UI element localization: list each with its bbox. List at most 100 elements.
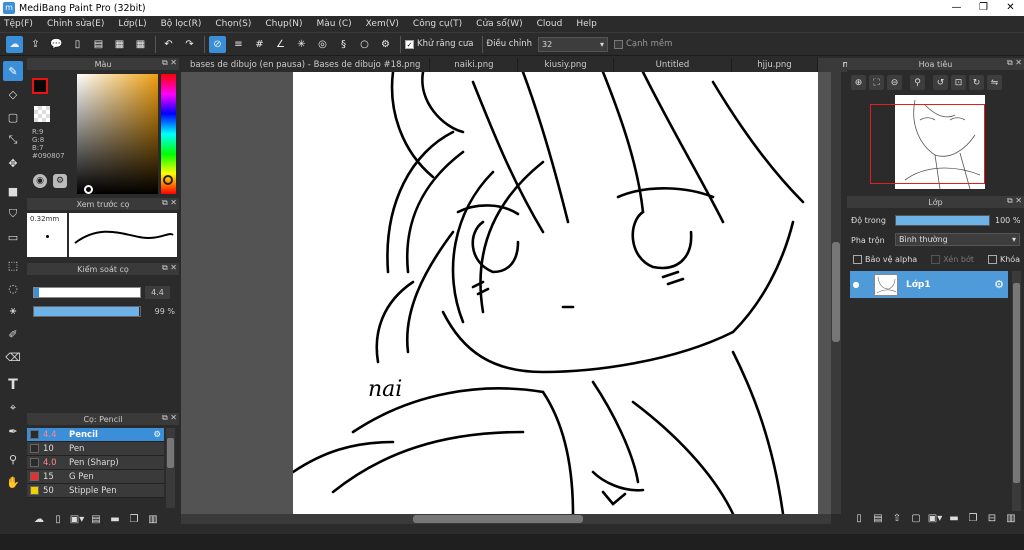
view-rectangle[interactable] [870, 104, 985, 184]
text-tool-icon[interactable]: T [3, 375, 23, 395]
lasso-tool-icon[interactable]: ◌ [3, 278, 23, 298]
grid-icon[interactable]: ▦ [132, 36, 149, 53]
close-icon[interactable]: ⧉ ✕ [162, 198, 177, 208]
comment-icon[interactable]: 💬 [48, 36, 65, 53]
zoom-in-icon[interactable]: ⊕ [851, 75, 866, 90]
brush-properties-icon[interactable]: ▤ [88, 511, 104, 527]
menu-layer[interactable]: Lớp(L) [118, 19, 146, 29]
reset-view-icon[interactable]: ⊡ [951, 75, 966, 90]
tab-bases-de-dibujo[interactable]: bases de dibujo (en pausa) - Bases de di… [181, 58, 431, 72]
drawing-canvas[interactable]: nai [293, 72, 818, 514]
delete-icon[interactable]: ▥ [145, 511, 161, 527]
blur-tool-icon[interactable]: ⤡ [3, 130, 23, 150]
circle-snap-icon[interactable]: ○ [356, 36, 373, 53]
actual-size-icon[interactable]: ⚲ [910, 75, 925, 90]
menu-color[interactable]: Màu (C) [317, 19, 352, 29]
select-pen-icon[interactable]: ✐ [3, 324, 23, 344]
menu-select[interactable]: Chọn(S) [215, 19, 251, 29]
gradient-tool-icon[interactable]: ▭ [3, 227, 23, 247]
shape-tool-icon[interactable]: ■ [3, 181, 23, 201]
soft-edge-checkbox[interactable] [613, 39, 623, 49]
close-icon[interactable]: ⧉ ✕ [162, 413, 177, 423]
snap-settings-icon[interactable]: ⚙ [377, 36, 394, 53]
folder-icon[interactable]: ▬ [107, 511, 123, 527]
curve-snap-icon[interactable]: § [335, 36, 352, 53]
eraser-tool-icon[interactable]: ◇ [3, 84, 23, 104]
gear-icon[interactable]: ⚙ [994, 278, 1004, 291]
tab-hjju[interactable]: hjju.png [732, 58, 818, 72]
new-file-icon[interactable]: ▯ [69, 36, 86, 53]
layer-opacity-slider[interactable] [895, 215, 990, 226]
add-8bit-layer-icon[interactable]: ⇧ [889, 510, 905, 526]
divide-tool-icon[interactable]: ✒ [3, 421, 23, 441]
grid-snap-icon[interactable]: # [251, 36, 268, 53]
menu-window[interactable]: Cửa sổ(W) [476, 19, 522, 29]
add-layer-icon[interactable]: ▯ [851, 510, 867, 526]
scrollbar-thumb[interactable] [413, 515, 583, 523]
redo-icon[interactable]: ↷ [181, 36, 198, 53]
add-1bit-layer-icon[interactable]: ▢ [908, 510, 924, 526]
adjust-select[interactable]: 32 ▾ [537, 36, 608, 52]
close-icon[interactable]: ⧉ ✕ [1007, 196, 1022, 206]
menu-edit[interactable]: Chỉnh sửa(E) [47, 19, 104, 29]
select-tool-icon[interactable]: ⬚ [3, 255, 23, 275]
blend-mode-select[interactable]: Bình thường ▾ [895, 233, 1020, 246]
dot-tool-icon[interactable]: ▢ [3, 107, 23, 127]
add-halftone-layer-icon[interactable]: ▤ [870, 510, 886, 526]
tab-untitled[interactable]: Untitled [614, 58, 733, 72]
scrollbar-thumb[interactable] [832, 242, 840, 342]
concentric-snap-icon[interactable]: ◎ [314, 36, 331, 53]
undo-icon[interactable]: ↶ [160, 36, 177, 53]
brush-size-value[interactable]: 4.4 [145, 286, 170, 299]
brush-list-scrollbar[interactable] [166, 428, 175, 508]
layer-row[interactable]: ● Lớp1 ⚙ [850, 271, 1008, 298]
menu-view[interactable]: Xem(V) [366, 19, 399, 29]
close-icon[interactable]: ⧉ ✕ [162, 58, 177, 68]
operation-tool-icon[interactable]: ⌖ [3, 398, 23, 418]
close-icon[interactable]: ⧉ ✕ [162, 263, 177, 273]
sv-cursor[interactable] [84, 185, 93, 194]
perspective-snap-icon[interactable]: ∠ [272, 36, 289, 53]
eyedropper-tool-icon[interactable]: ⚲ [3, 449, 23, 469]
canvas-area[interactable]: nai [181, 72, 831, 514]
rotate-left-icon[interactable]: ↺ [933, 75, 948, 90]
cloud-icon[interactable]: ☁ [6, 35, 23, 53]
cloud-brush-icon[interactable]: ☁ [31, 511, 47, 527]
brush-opacity-slider[interactable] [33, 306, 141, 317]
duplicate-icon[interactable]: ❐ [126, 511, 142, 527]
flip-icon[interactable]: ⇋ [987, 75, 1002, 90]
duplicate-layer-icon[interactable]: ❐ [965, 510, 981, 526]
hand-tool-icon[interactable]: ✋ [3, 472, 23, 492]
close-icon[interactable]: ⧉ ✕ [1007, 58, 1022, 68]
scrollbar-thumb[interactable] [1013, 283, 1020, 483]
maximize-button[interactable]: ❐ [970, 0, 997, 16]
menu-snap[interactable]: Chụp(N) [265, 19, 302, 29]
hue-slider[interactable] [161, 74, 176, 194]
brush-size-slider[interactable] [33, 287, 141, 298]
radial-snap-icon[interactable]: ✳ [293, 36, 310, 53]
brush-item-pen[interactable]: 10 Pen [27, 442, 164, 456]
saturation-value-picker[interactable] [77, 74, 158, 194]
color-settings-icon[interactable]: ⚙ [53, 174, 67, 188]
clipping-checkbox[interactable] [931, 255, 941, 264]
gear-icon[interactable]: ⚙ [153, 430, 161, 440]
canvas-horizontal-scrollbar[interactable] [181, 514, 831, 524]
folder-icon[interactable]: ▬ [946, 510, 962, 526]
protect-alpha-checkbox[interactable] [853, 255, 862, 264]
lock-checkbox[interactable] [987, 255, 997, 264]
sub-color-swatch[interactable] [34, 106, 50, 122]
close-window-button[interactable]: ✕ [997, 0, 1024, 16]
brush-tool-icon[interactable]: ✎ [3, 61, 23, 81]
menu-filter[interactable]: Bộ lọc(R) [161, 19, 202, 29]
tab-kiusiy[interactable]: kiusiy.png [518, 58, 614, 72]
layer-list-scrollbar[interactable] [1012, 271, 1021, 511]
snap-off-icon[interactable]: ⊘ [209, 35, 226, 53]
delete-layer-icon[interactable]: ▥ [1003, 510, 1019, 526]
canvas-vertical-scrollbar[interactable] [831, 72, 841, 514]
add-brush-icon[interactable]: ▯ [50, 511, 66, 527]
fit-icon[interactable]: ⛶ [869, 75, 884, 90]
tab-naiki[interactable]: naiki.png [430, 58, 519, 72]
materials-icon[interactable]: ▦ [111, 36, 128, 53]
menu-tools[interactable]: Công cụ(T) [413, 19, 462, 29]
menu-file[interactable]: Tệp(F) [4, 19, 33, 29]
